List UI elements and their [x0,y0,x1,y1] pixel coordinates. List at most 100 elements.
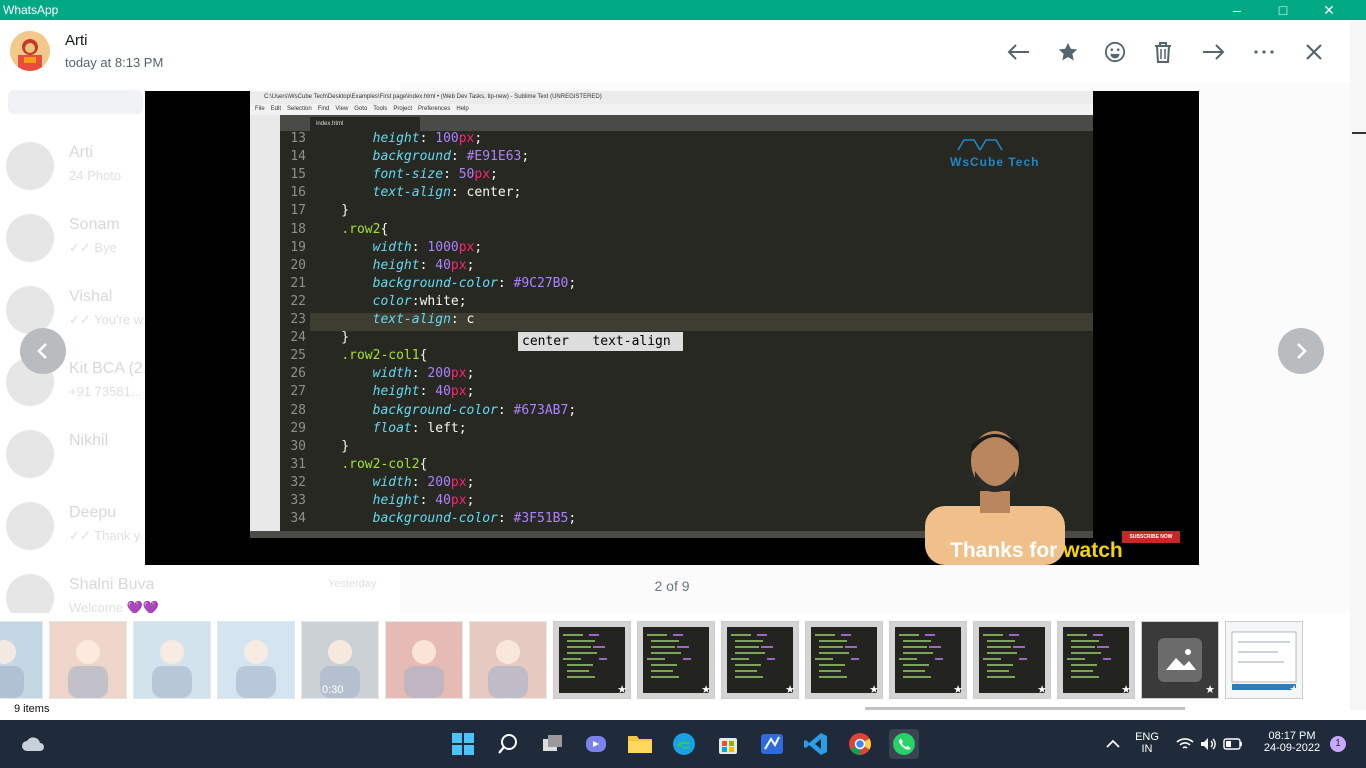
editor-tab: index.html [310,117,420,131]
starred-icon: ★ [1205,684,1215,696]
media-thumbnail[interactable]: ★ [721,621,799,699]
forward-button[interactable] [1198,36,1230,68]
line-number: 16 [290,185,306,201]
weather-widget[interactable] [18,729,48,759]
editor-menu-item: Selection [287,106,312,112]
line-gutter: 13 14 15 16 17 18 19 20 21 22 23 24 25 26 27 28 29 30 31 32… [280,131,310,531]
show-hidden-icons-button[interactable] [1098,729,1128,759]
media-thumbnail[interactable]: ★ [973,621,1051,699]
minimize-button[interactable]: – [1214,0,1260,20]
chat-name: Kit BCA (2... [69,360,157,377]
avatar[interactable] [10,31,50,71]
media-thumbnail[interactable]: 0:30 [301,621,379,699]
windows-icon [452,733,474,755]
app-button[interactable] [757,729,787,759]
media-thumbnail[interactable] [49,621,127,699]
avatar [6,502,54,550]
avatar [6,142,54,190]
line-number: 31 [290,456,306,472]
wscube-logo: WsCube Tech [950,136,1039,169]
line-number: 18 [290,221,306,237]
language-indicator[interactable]: ENG IN [1132,731,1162,755]
media-thumbnail[interactable] [385,621,463,699]
media-thumbnail[interactable] [0,621,43,699]
reply-button[interactable] [1002,36,1034,68]
more-options-button[interactable] [1248,36,1280,68]
photo-preview-icon [0,640,24,698]
code-line: height: 100px; [372,131,483,146]
thumbnail-scrollbar[interactable] [865,707,1185,710]
video-duration: 0:30 [322,684,344,696]
store-button[interactable] [713,729,743,759]
line-number: 19 [290,239,306,255]
media-thumbnail[interactable]: ★ [1225,621,1303,699]
items-count: 9 items [14,703,50,715]
star-button[interactable] [1052,36,1084,68]
media-thumbnail[interactable]: ★ [637,621,715,699]
photo-preview-icon [404,640,444,698]
code-line: height: 40px; [372,493,475,508]
editor-menu-item: File [255,106,265,112]
clock[interactable]: 08:17 PM 24-09-2022 [1254,730,1330,754]
sender-name: Arti [65,32,88,49]
media-thumbnail[interactable]: ★ [1141,621,1219,699]
editor-menu-item: Find [317,106,330,112]
teams-chat-button[interactable] [581,729,611,759]
line-number: 21 [290,275,306,291]
vscode-button[interactable] [801,729,831,759]
media-thumbnail[interactable] [133,621,211,699]
code-line: color:white; [372,293,467,309]
chrome-button[interactable] [845,729,875,759]
start-button[interactable] [448,729,478,759]
close-window-button[interactable]: ✕ [1306,0,1352,20]
media-thumbnail[interactable] [217,621,295,699]
close-icon [1306,44,1322,60]
previous-media-button[interactable] [20,328,66,374]
wifi-icon [1176,738,1194,749]
code-screenshot-thumbnail [895,627,961,693]
editor-menu-item: View [335,106,349,112]
task-view-icon [543,735,562,751]
editor-title: C:\Users\WsCube Tech\Desktop\Examples\Fi… [250,91,1093,104]
code-line: } [310,330,350,346]
media-thumbnail[interactable] [469,621,547,699]
media-thumbnail[interactable]: ★ [889,621,967,699]
editor-menu-item: Edit [270,106,282,112]
trash-icon [1155,42,1171,63]
line-number: 15 [290,167,306,183]
search-button[interactable] [493,729,523,759]
media-thumbnail[interactable]: ★ [1057,621,1135,699]
app-title: WhatsApp [3,3,59,17]
code-line: height: 40px; [372,257,475,273]
code-line: background-color: #673AB7; [372,402,577,418]
close-viewer-button[interactable] [1298,36,1330,68]
store-icon [719,738,737,754]
media-image[interactable]: C:\Users\WsCube Tech\Desktop\Examples\Fi… [145,91,1199,565]
code-line: height: 40px; [372,384,475,400]
media-thumbnail[interactable]: ★ [805,621,883,699]
line-number: 23 [290,312,306,327]
vscode-icon [804,733,827,755]
window-scrollbar[interactable] [1350,20,1366,710]
media-thumbnail[interactable]: ★ [553,621,631,699]
task-view-button[interactable] [538,729,568,759]
thanks-caption: Thanks for watch [950,539,1123,562]
chat-preview: ✓✓ You're w... [69,312,154,327]
notification-badge[interactable]: 1 [1330,736,1346,752]
react-button[interactable] [1099,36,1131,68]
photo-preview-icon [488,640,528,698]
line-number: 17 [290,203,306,219]
sent-time: today at 8:13 PM [65,55,164,70]
battery-button[interactable] [1218,729,1248,759]
starred-icon: ★ [701,684,711,696]
edge-button[interactable] [669,729,699,759]
next-media-button[interactable] [1278,328,1324,374]
photo-preview-icon [68,640,108,698]
chat-preview: ✓✓ Thank y... [69,528,151,543]
file-explorer-button[interactable] [625,729,655,759]
whatsapp-button[interactable] [889,729,919,759]
maximize-button[interactable]: □ [1260,0,1306,20]
delete-button[interactable] [1147,36,1179,68]
avatar [6,430,54,478]
cloud-icon [22,737,44,751]
